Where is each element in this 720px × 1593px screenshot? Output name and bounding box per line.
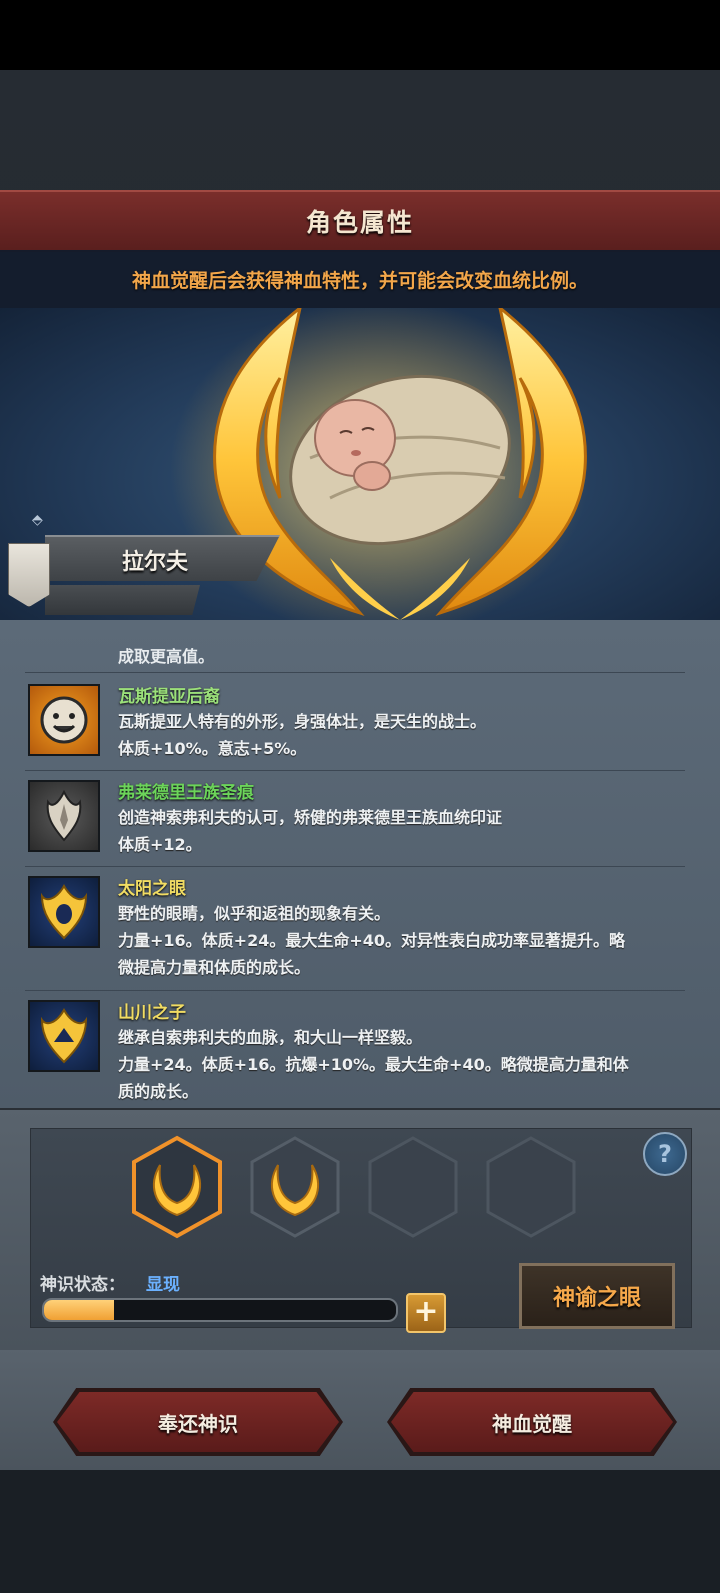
hint-bar: 神血觉醒后会获得神血特性，并可能会改变血统比例。 (0, 250, 720, 308)
awakening-slot-empty[interactable] (366, 1135, 460, 1239)
awakening-slot-active[interactable] (130, 1135, 224, 1239)
divine-blood-awaken-label: 神血觉醒 (492, 1411, 572, 1436)
trait-stats: 力量+24。体质+16。抗爆+10%。最大生命+40。略微提高力量和体 (118, 1055, 629, 1074)
divider (25, 990, 685, 991)
trait-stats: 体质+10%。意志+5%。 (118, 739, 307, 758)
royal-crest-icon (28, 780, 100, 852)
trait-list[interactable]: 成取更高值。 瓦斯提亚后裔 瓦斯提亚人特有的外形，身强体壮，是天生的战士。 体质… (0, 620, 720, 1108)
sun-eye-icon (28, 876, 100, 948)
divider (25, 770, 685, 771)
status-bar-area (0, 0, 720, 70)
mountain-crest-icon (28, 1000, 100, 1072)
oracle-eye-button[interactable]: 神谕之眼 (519, 1263, 675, 1329)
character-name: 拉尔夫 (122, 550, 189, 575)
trait-name: 弗莱德里王族圣痕 (118, 783, 254, 803)
trait-name: 山川之子 (118, 1003, 186, 1023)
awakening-slot-filled[interactable] (248, 1135, 342, 1239)
oracle-eye-label: 神谕之眼 (552, 1286, 641, 1311)
divine-sense-status-value: 显现 (146, 1275, 180, 1295)
trait-partial-text: 成取更高值。 (118, 647, 215, 666)
navigation-area (0, 1470, 720, 1593)
banner-flag-icon (8, 543, 50, 607)
divine-sense-status-label: 神识状态： (40, 1275, 125, 1295)
return-divine-sense-label: 奉还神识 (158, 1411, 238, 1436)
awakening-slot-empty[interactable] (484, 1135, 578, 1239)
page-title: 角色属性 (305, 208, 414, 237)
help-icon[interactable]: ? (643, 1132, 687, 1176)
title-bar: 角色属性 (0, 190, 720, 252)
rank-marker-icon: ⬘ (32, 512, 43, 528)
trait-stats-continued: 质的成长。 (118, 1082, 199, 1101)
divine-sense-progress-bar (42, 1298, 398, 1322)
trait-description: 继承自索弗利夫的血脉，和大山一样坚毅。 (118, 1028, 423, 1047)
progress-fill (44, 1300, 115, 1320)
trait-stats: 力量+16。体质+24。最大生命+40。对异性表白成功率显著提升。略 (118, 931, 626, 950)
divine-blood-awaken-button[interactable]: 神血觉醒 (391, 1392, 673, 1452)
name-banner-underlay (45, 585, 200, 615)
trait-description: 野性的眼睛，似乎和返祖的现象有关。 (118, 904, 391, 923)
trait-stats: 体质+12。 (118, 835, 202, 854)
return-divine-sense-button[interactable]: 奉还神识 (57, 1392, 339, 1452)
trait-description: 创造神索弗利夫的认可，矫健的弗莱德里王族血统印证 (118, 808, 503, 827)
divider (25, 866, 685, 867)
trait-description: 瓦斯提亚人特有的外形，身强体壮，是天生的战士。 (118, 712, 487, 731)
smiling-face-icon (28, 684, 100, 756)
trait-stats-continued: 微提高力量和体质的成长。 (118, 958, 311, 977)
trait-name: 瓦斯提亚后裔 (118, 687, 220, 707)
divider (25, 672, 685, 673)
hint-text: 神血觉醒后会获得神血特性，并可能会改变血统比例。 (131, 269, 588, 292)
add-progress-button[interactable]: + (406, 1293, 446, 1333)
trait-name: 太阳之眼 (118, 879, 186, 899)
